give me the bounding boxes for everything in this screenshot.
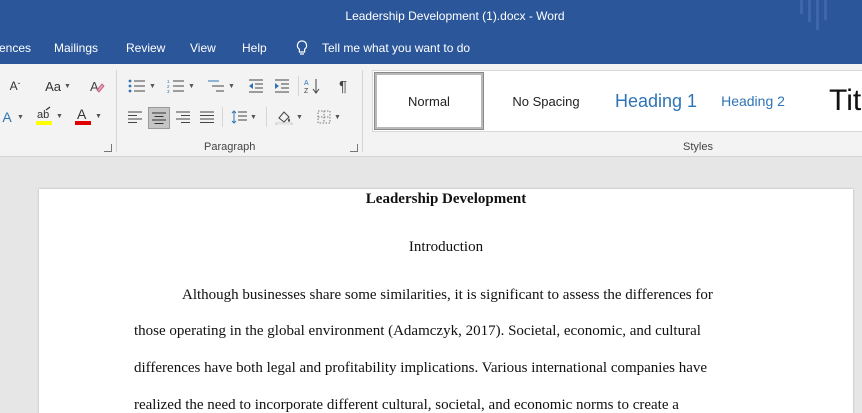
style-heading-1[interactable]: Heading 1 (597, 71, 715, 131)
tab-help[interactable]: Help (242, 41, 267, 55)
align-left-icon[interactable] (126, 107, 144, 127)
window-title: Leadership Development (1).docx - Word (345, 9, 565, 23)
paragraph-line: differences have both legal and profitab… (134, 360, 708, 376)
paragraph-line: realized the need to incorporate differe… (134, 397, 679, 413)
multilevel-list-button[interactable]: ▼ (204, 76, 238, 96)
font-size-decrease-button[interactable]: Aˇ (0, 76, 30, 96)
button-separator (298, 76, 299, 96)
title-bar-decoration (824, 0, 827, 20)
style-title[interactable]: Tit (829, 71, 862, 131)
tab-review[interactable]: Review (126, 41, 165, 55)
svg-text:Z: Z (304, 88, 309, 94)
svg-text:A: A (304, 80, 309, 87)
clear-formatting-icon[interactable]: A (86, 76, 108, 96)
justify-icon[interactable] (198, 107, 216, 127)
svg-text:A: A (77, 106, 87, 122)
button-separator (266, 107, 267, 127)
style-heading-2[interactable]: Heading 2 (711, 71, 795, 131)
line-spacing-button[interactable]: ▼ (228, 107, 260, 127)
tell-me-search[interactable]: Tell me what you want to do (322, 41, 470, 55)
borders-button[interactable]: ▼ (312, 107, 346, 127)
show-formatting-marks-icon[interactable]: ¶ (333, 76, 353, 96)
title-bar-decoration (816, 0, 819, 30)
svg-text:A: A (90, 79, 99, 94)
document-page[interactable]: Leadership Development Introduction Alth… (39, 189, 853, 413)
decrease-indent-icon[interactable] (246, 76, 266, 96)
tab-references[interactable]: ences (0, 41, 31, 55)
change-case-button[interactable]: Aa ▼ (42, 76, 74, 96)
bullets-button[interactable]: ▼ (126, 76, 158, 96)
group-separator (116, 70, 117, 152)
text-effects-icon[interactable]: A (0, 107, 14, 127)
highlight-color-button[interactable]: ab ▼ (32, 106, 66, 126)
style-no-spacing[interactable]: No Spacing (491, 71, 601, 131)
ribbon-tabs: ences Mailings Review View Help Tell me … (0, 34, 862, 64)
align-right-icon[interactable] (174, 107, 192, 127)
numbering-button[interactable]: 123 ▼ (164, 76, 198, 96)
title-bar: Leadership Development (1).docx - Word (0, 0, 862, 34)
paragraph-group-launcher[interactable] (350, 144, 358, 152)
title-bar-decoration (800, 0, 803, 14)
increase-indent-icon[interactable] (272, 76, 292, 96)
tab-view[interactable]: View (190, 41, 216, 55)
styles-group-label: Styles (683, 141, 713, 153)
title-bar-decoration (808, 0, 811, 22)
group-separator (362, 70, 363, 152)
document-area: Leadership Development Introduction Alth… (0, 158, 862, 413)
section-heading: Introduction (408, 239, 484, 255)
style-normal[interactable]: Normal (374, 72, 484, 130)
font-group-launcher[interactable] (104, 144, 112, 152)
svg-text:3: 3 (167, 89, 170, 93)
text-effects-dropdown[interactable]: ▼ (14, 107, 24, 127)
tab-mailings[interactable]: Mailings (54, 41, 98, 55)
paragraph-line: Although businesses share some similarit… (182, 287, 713, 303)
ribbon: Aˇ Aa ▼ A A ▼ ab ▼ A ▼ ▼ 123 ▼ ▼ AZ ¶ ▼ … (0, 64, 862, 157)
sort-icon[interactable]: AZ (302, 76, 322, 96)
paragraph-line: those operating in the global environmen… (134, 323, 701, 339)
styles-gallery: Normal No Spacing Heading 1 Heading 2 Ti… (372, 70, 862, 132)
document-title: Leadership Development (365, 191, 527, 207)
lightbulb-icon[interactable] (296, 40, 308, 56)
svg-text:ab: ab (37, 109, 49, 121)
button-separator (222, 107, 223, 127)
paragraph-group-label: Paragraph (204, 141, 256, 153)
align-center-icon[interactable] (148, 107, 170, 129)
shading-button[interactable]: ▼ (272, 107, 306, 127)
font-color-button[interactable]: A ▼ (70, 106, 106, 126)
